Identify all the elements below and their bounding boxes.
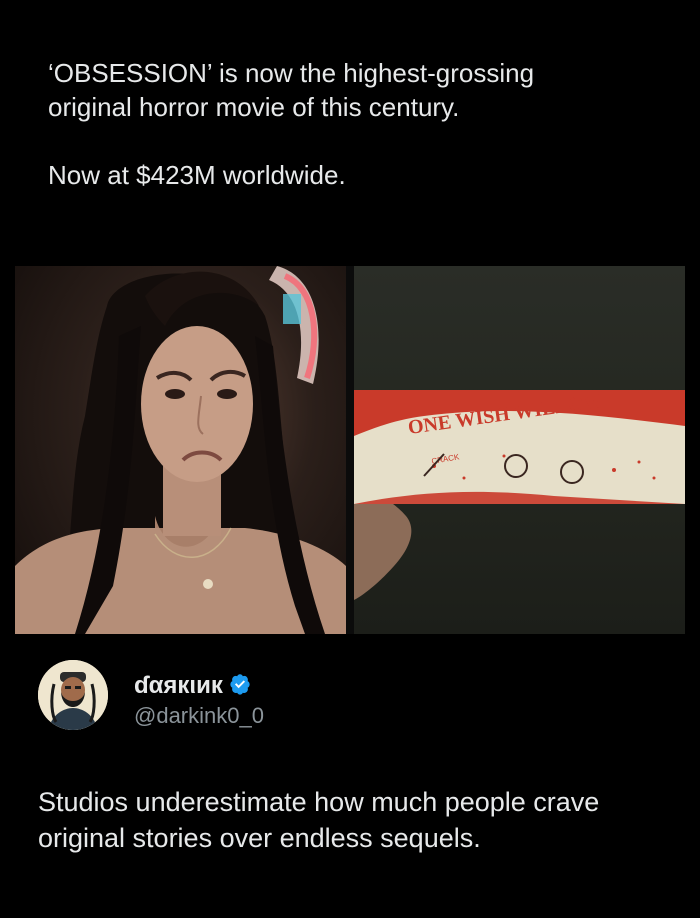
movie-still-wish-card[interactable]: ONE WISH WILLOW CRACK — [354, 266, 685, 634]
movie-still-woman-illustration — [15, 266, 346, 634]
verified-badge-icon — [229, 673, 251, 700]
media-divider — [346, 266, 354, 634]
reply-text: Studios underestimate how much people cr… — [38, 787, 600, 853]
name-row: ɗαякιик — [134, 672, 251, 700]
display-name[interactable]: ɗαякιик — [134, 672, 223, 700]
movie-still-woman[interactable] — [15, 266, 346, 634]
post-line-3: Now at $423M worldwide. — [48, 160, 346, 190]
post-text: ‘OBSESSION’ is now the highest-grossing … — [48, 56, 668, 192]
media-grid[interactable]: ONE WISH WILLOW CRACK — [15, 266, 685, 634]
handle[interactable]: @darkink0_0 — [134, 703, 264, 729]
movie-still-card-illustration: ONE WISH WILLOW CRACK — [354, 390, 685, 600]
avatar[interactable] — [38, 660, 108, 730]
post-line-1: ‘OBSESSION’ is now the highest-grossing — [48, 58, 535, 88]
avatar-illustration — [38, 660, 108, 730]
post-line-2: original horror movie of this century. — [48, 92, 460, 122]
